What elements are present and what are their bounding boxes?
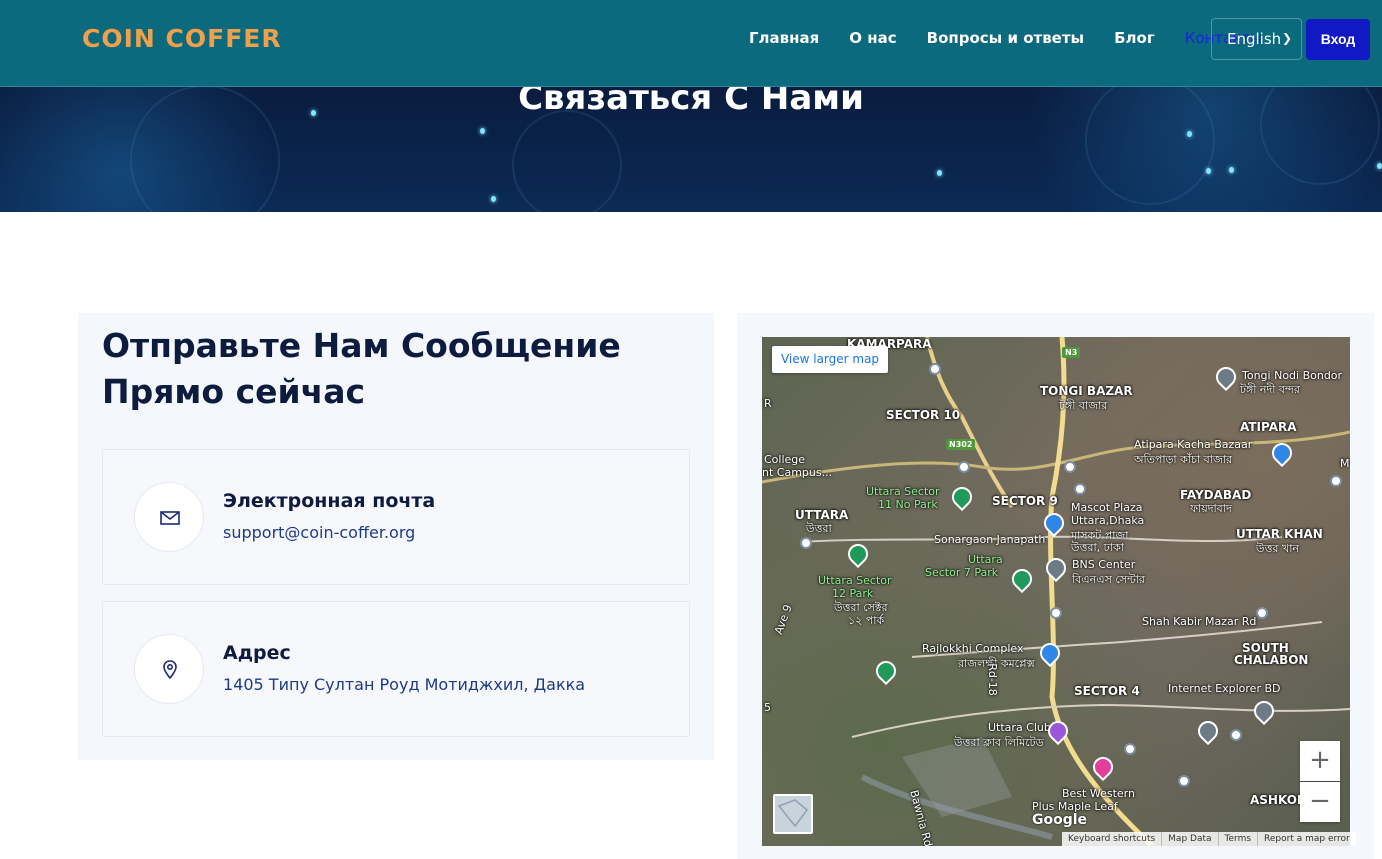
map-label: College	[764, 453, 806, 466]
address-card: Адрес 1405 Типу Султан Роуд Мотиджхил, Д…	[102, 601, 690, 737]
network-node	[1206, 168, 1211, 174]
login-button[interactable]: Вход	[1306, 19, 1370, 60]
map-layer-icon	[777, 799, 809, 828]
map-label: টঙ্গী বাজার	[1059, 399, 1108, 412]
bus-stop-icon	[1230, 729, 1242, 741]
map-label: Best Western	[1062, 787, 1135, 800]
network-node	[480, 128, 485, 134]
network-node	[491, 196, 496, 202]
nav-item-about[interactable]: О нас	[849, 29, 896, 47]
nav-item-blog[interactable]: Блог	[1114, 29, 1155, 47]
bus-stop-icon	[800, 537, 812, 549]
map-label: SECTOR 4	[1074, 684, 1140, 698]
map-label: M	[1340, 457, 1350, 470]
bus-stop-icon	[1178, 775, 1190, 787]
map-data-link[interactable]: Map Data	[1162, 832, 1219, 846]
email-icon-circle	[134, 482, 204, 552]
map-label: উত্তর খান	[1256, 542, 1299, 555]
email-value[interactable]: support@coin-coffer.org	[223, 523, 415, 542]
road-shield: N302	[946, 439, 976, 450]
location-pin-icon	[163, 660, 177, 680]
address-icon-circle	[134, 634, 204, 704]
map-label: Rajlokkhi Complex	[922, 642, 1024, 655]
map-label: Uttara Sector	[866, 485, 940, 498]
top-navigation-bar: COIN COFFER Главная О нас Вопросы и отве…	[0, 0, 1382, 87]
email-card: Электронная почта support@coin-coffer.or…	[102, 449, 690, 585]
map-label: Shah Kabir Mazar Rd	[1142, 615, 1257, 628]
site-logo[interactable]: COIN COFFER	[82, 24, 282, 54]
map-label: Uttara,Dhaka	[1071, 514, 1145, 527]
contact-info-panel: Отправьте Нам Сообщение Прямо сейчас Эле…	[78, 313, 714, 760]
network-node	[1377, 163, 1382, 169]
map-footer-links: Keyboard shortcuts Map Data Terms Report…	[1062, 832, 1356, 846]
bus-stop-icon	[1330, 475, 1342, 487]
chevron-down-icon: ❯	[1281, 31, 1292, 45]
keyboard-shortcuts-link[interactable]: Keyboard shortcuts	[1062, 832, 1163, 846]
map-label: SECTOR 9	[992, 494, 1058, 508]
bus-stop-icon	[1256, 607, 1268, 619]
bus-stop-icon	[1074, 483, 1086, 495]
view-larger-map-link[interactable]: View larger map	[772, 346, 888, 373]
map-label: Uttara	[968, 553, 1003, 566]
map-label: UTTAR KHAN	[1236, 527, 1323, 541]
mail-icon	[160, 511, 180, 525]
bus-stop-icon	[929, 363, 941, 375]
bitcoin-coin-icon	[512, 110, 622, 212]
map-layer-toggle[interactable]	[773, 794, 813, 834]
map-label: Atipara Kacha Bazaar	[1134, 438, 1253, 451]
email-label: Электронная почта	[223, 490, 436, 512]
map-label: ফায়দাবাদ	[1190, 502, 1232, 515]
map-label: Sector 7 Park	[925, 566, 999, 579]
network-node	[937, 170, 942, 176]
language-select[interactable]: English ❯	[1211, 18, 1302, 60]
bus-stop-icon	[958, 461, 970, 473]
map-label: SECTOR 10	[886, 408, 961, 422]
map-label: nt Campus...	[762, 466, 833, 479]
road-shield: N3	[1062, 347, 1081, 358]
language-select-value: English	[1227, 30, 1282, 48]
bus-stop-icon	[1124, 743, 1136, 755]
map-label: Rd-18	[985, 663, 999, 696]
map-label: Uttara Sector	[818, 574, 892, 587]
map-label: 5	[764, 701, 771, 714]
main-nav: Главная О нас Вопросы и ответы Блог Конт…	[749, 29, 1262, 47]
bus-stop-icon	[1050, 607, 1062, 619]
map-label: CHALABON	[1234, 653, 1309, 667]
nav-item-faq[interactable]: Вопросы и ответы	[927, 29, 1084, 47]
zoom-out-button[interactable]: −	[1300, 782, 1340, 822]
map-label: TONGI BAZAR	[1040, 384, 1133, 398]
embedded-map[interactable]: KAMARPARA TONGI BAZAR টঙ্গী বাজার SECTOR…	[762, 337, 1350, 846]
network-node	[1229, 167, 1234, 173]
map-label: উত্তরা, ঢাকা	[1071, 541, 1124, 554]
map-label: 11 No Park	[878, 498, 938, 511]
map-label: টঙ্গী নদী বন্দর	[1240, 383, 1300, 396]
map-label: BNS Center	[1072, 558, 1136, 571]
report-map-error-link[interactable]: Report a map error	[1258, 832, 1356, 846]
map-label: উত্তরা	[806, 522, 832, 535]
map-label: বিএনএস সেন্টার	[1072, 573, 1145, 586]
address-label: Адрес	[223, 642, 291, 664]
map-label: ATIPARA	[1240, 420, 1297, 434]
map-label: R	[764, 397, 772, 410]
nav-item-home[interactable]: Главная	[749, 29, 819, 47]
map-label: অতিপাড়া কাঁচা বাজার	[1134, 453, 1233, 466]
terms-link[interactable]: Terms	[1219, 832, 1259, 846]
bus-stop-icon	[1064, 461, 1076, 473]
map-label: Sonargaon Janapath	[934, 533, 1046, 546]
map-label: ১২ পার্ক	[848, 614, 885, 627]
map-label: Mascot Plaza	[1071, 501, 1143, 514]
map-label: Internet Explorer BD	[1168, 682, 1281, 695]
map-label: Uttara Club	[988, 721, 1051, 734]
contact-section-title: Отправьте Нам Сообщение Прямо сейчас	[102, 326, 621, 411]
address-value: 1405 Типу Султан Роуд Мотиджхил, Дакка	[223, 675, 586, 694]
zoom-in-button[interactable]: +	[1300, 741, 1340, 781]
google-logo: Google	[1032, 812, 1088, 828]
map-label: উত্তরা ক্লাব লিমিটেড	[954, 736, 1044, 749]
network-node	[1187, 131, 1192, 137]
